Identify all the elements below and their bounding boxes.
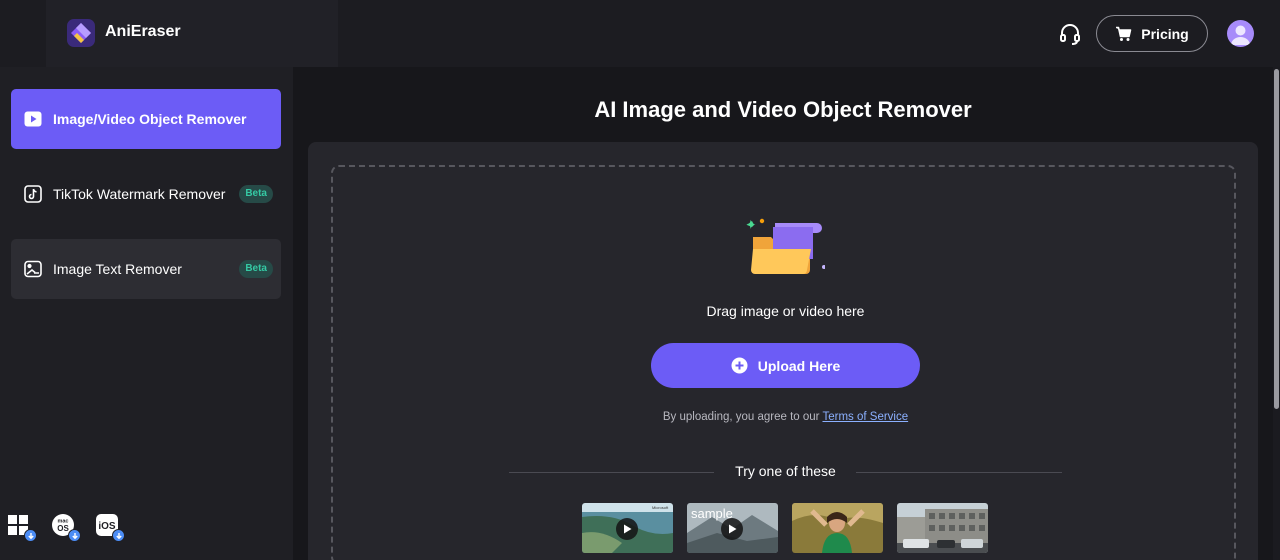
thumbnail-watermark: Microsoft	[652, 505, 669, 510]
sidebar: Image/Video Object Remover TikTok Waterm…	[0, 67, 293, 560]
play-icon	[616, 518, 638, 540]
cart-icon	[1116, 26, 1132, 41]
folder-illustration-icon	[746, 218, 825, 274]
sidebar-item-label: Image/Video Object Remover	[53, 111, 247, 127]
download-icon	[112, 529, 125, 542]
headset-icon	[1060, 24, 1080, 45]
terms-notice: By uploading, you agree to our Terms of …	[333, 411, 1238, 423]
play-box-icon	[24, 110, 42, 128]
sample-video-mountains[interactable]: sample	[687, 503, 778, 553]
download-icon	[24, 529, 37, 542]
windows-download-button[interactable]	[7, 513, 37, 542]
ios-download-button[interactable]: iOS	[95, 513, 125, 542]
tiktok-icon	[24, 185, 42, 203]
main-content: AI Image and Video Object Remover Drag i…	[293, 67, 1273, 560]
pricing-label: Pricing	[1141, 25, 1189, 42]
sidebar-item-label: Image Text Remover	[53, 261, 182, 277]
beta-badge: Beta	[239, 260, 273, 278]
app-window: AniEraser Pricing Image/Video Object Rem…	[0, 0, 1280, 560]
sample-video-coast[interactable]: Microsoft	[582, 503, 673, 553]
sample-image-city[interactable]	[897, 503, 988, 553]
sidebar-item-label: TikTok Watermark Remover	[53, 186, 226, 202]
upload-button[interactable]: Upload Here	[651, 343, 920, 388]
try-label: Try one of these	[735, 463, 836, 479]
svg-text:OS: OS	[57, 524, 69, 533]
terms-prefix: By uploading, you agree to our	[662, 411, 823, 423]
brand-name[interactable]: AniEraser	[105, 23, 181, 41]
support-button[interactable]	[1057, 21, 1083, 47]
sample-image-portrait[interactable]	[792, 503, 883, 553]
mac-download-button[interactable]: mac OS	[51, 513, 81, 542]
page-title: AI Image and Video Object Remover	[594, 97, 972, 122]
try-samples-divider: Try one of these	[509, 463, 1062, 481]
sidebar-item-object-remover[interactable]: Image/Video Object Remover	[11, 89, 281, 149]
sample-thumbnail-image	[897, 503, 988, 553]
anieraser-logo-icon[interactable]	[67, 19, 95, 47]
sample-thumbnail-image	[792, 503, 883, 553]
download-icon	[68, 529, 81, 542]
sidebar-item-image-text-remover[interactable]: Image Text Remover Beta	[11, 239, 281, 299]
terms-of-service-link[interactable]: Terms of Service	[822, 411, 908, 423]
sidebar-item-tiktok-watermark[interactable]: TikTok Watermark Remover Beta	[11, 164, 281, 224]
top-header: AniEraser Pricing	[0, 0, 1280, 67]
scrollbar-thumb[interactable]	[1274, 69, 1279, 409]
dropzone[interactable]: Drag image or video here Upload Here By …	[331, 165, 1236, 560]
upload-panel: Drag image or video here Upload Here By …	[308, 142, 1258, 560]
image-text-icon	[24, 260, 42, 278]
upload-label: Upload Here	[757, 357, 841, 374]
sample-gallery: Microsoft sample	[582, 503, 988, 553]
plus-circle-icon	[731, 357, 748, 374]
play-icon	[721, 518, 743, 540]
download-apps: mac OS iOS	[7, 513, 125, 542]
beta-badge: Beta	[239, 185, 273, 203]
user-avatar-icon[interactable]	[1227, 20, 1254, 47]
drag-hint: Drag image or video here	[706, 303, 865, 319]
page-scrollbar[interactable]	[1273, 67, 1280, 560]
pricing-button[interactable]: Pricing	[1096, 15, 1208, 52]
